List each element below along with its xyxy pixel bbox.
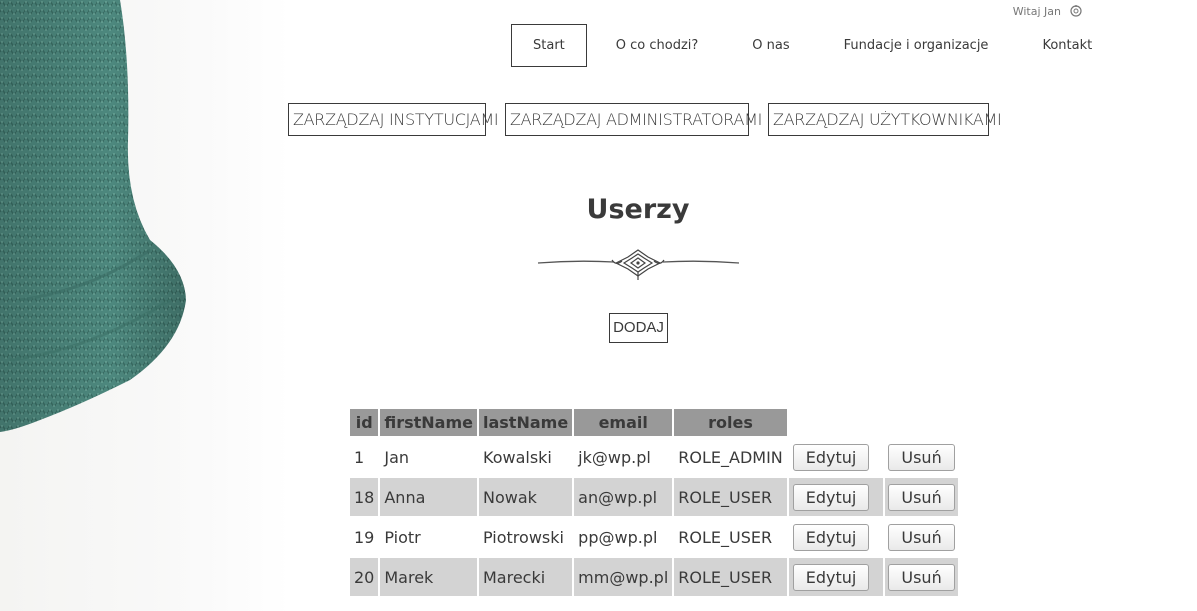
cell-roles: ROLE_ADMIN [678,447,783,467]
table-row: 20 Marek Marecki mm@wp.pl ROLE_USER Edyt… [350,558,958,596]
cell-delete: Usuń [885,558,958,596]
cell-id: 1 [354,447,365,467]
manage-institutions-button[interactable]: ZARZĄDZAJ INSTYTUCJAMI [288,103,499,136]
nav-item-start[interactable]: Start [511,24,587,67]
power-icon[interactable] [1069,4,1083,18]
cell-delete: Usuń [885,438,957,476]
cell-roles: ROLE_USER [678,527,773,547]
table-row: 19 Piotr Piotrowski pp@wp.pl ROLE_USER E… [350,518,958,556]
hero-sweater-image [0,0,290,611]
cell-delete: Usuń [885,518,957,556]
cell-id: 18 [350,478,379,516]
cell-id: 19 [354,527,375,547]
users-table: id firstName lastName email roles 1 Jan … [348,407,960,598]
cell-firstname: Jan [384,447,410,467]
column-header-id: id [350,409,379,436]
table-row: 18 Anna Nowak an@wp.pl ROLE_USER Edytuj … [350,478,958,516]
add-user-button[interactable]: DODAJ [609,313,668,343]
manage-admins-button[interactable]: ZARZĄDZAJ ADMINISTRATORAMI [505,103,762,136]
cell-firstname: Piotr [384,527,421,547]
cell-email: mm@wp.pl [574,558,673,596]
main-nav: Start O co chodzi? O nas Fundacje i orga… [511,24,1125,67]
delete-button[interactable]: Usuń [888,523,955,551]
cell-email: pp@wp.pl [578,527,658,547]
user-greeting: Witaj Jan [1013,4,1083,18]
cell-edit: Edytuj [788,558,884,596]
manage-users-button[interactable]: ZARZĄDZAJ UŻYTKOWNIKAMI [768,103,1002,136]
delete-button[interactable]: Usuń [888,563,955,591]
nav-item-o-nas[interactable]: O nas [731,24,810,67]
edit-button[interactable]: Edytuj [792,563,870,591]
greeting-text: Witaj Jan [1012,4,1061,18]
admin-toolbar: ZARZĄDZAJ INSTYTUCJAMI ZARZĄDZAJ ADMINIS… [288,103,1002,136]
cell-delete: Usuń [885,478,958,516]
column-header-lastname: lastName [479,409,573,436]
cell-lastname: Piotrowski [483,527,564,547]
cell-lastname: Nowak [479,478,573,516]
table-header-row: id firstName lastName email roles [350,409,958,436]
cell-lastname: Marecki [479,558,573,596]
cell-roles: ROLE_USER [674,478,787,516]
column-header-firstname: firstName [380,409,477,436]
delete-button[interactable]: Usuń [888,483,955,511]
table-row: 1 Jan Kowalski jk@wp.pl ROLE_ADMIN Edytu… [350,438,958,476]
cell-edit: Edytuj [788,478,884,516]
cell-roles: ROLE_USER [674,558,787,596]
cell-edit: Edytuj [789,438,884,476]
cell-email: an@wp.pl [574,478,673,516]
cell-firstname: Marek [380,558,477,596]
nav-item-kontakt[interactable]: Kontakt [1021,24,1113,67]
cell-lastname: Kowalski [483,447,552,467]
ornament-divider [537,249,740,280]
cell-email: jk@wp.pl [578,447,651,467]
cell-firstname: Anna [380,478,477,516]
edit-button[interactable]: Edytuj [792,483,870,511]
column-header-roles: roles [674,409,787,436]
page-title: Userzy [586,194,690,225]
edit-button[interactable]: Edytuj [792,523,870,551]
nav-item-fundacje[interactable]: Fundacje i organizacje [823,24,1010,67]
edit-button[interactable]: Edytuj [792,443,870,471]
cell-id: 20 [350,558,379,596]
cell-edit: Edytuj [789,518,884,556]
column-header-email: email [574,409,673,436]
delete-button[interactable]: Usuń [888,443,955,471]
nav-item-o-co-chodzi[interactable]: O co chodzi? [595,24,720,67]
